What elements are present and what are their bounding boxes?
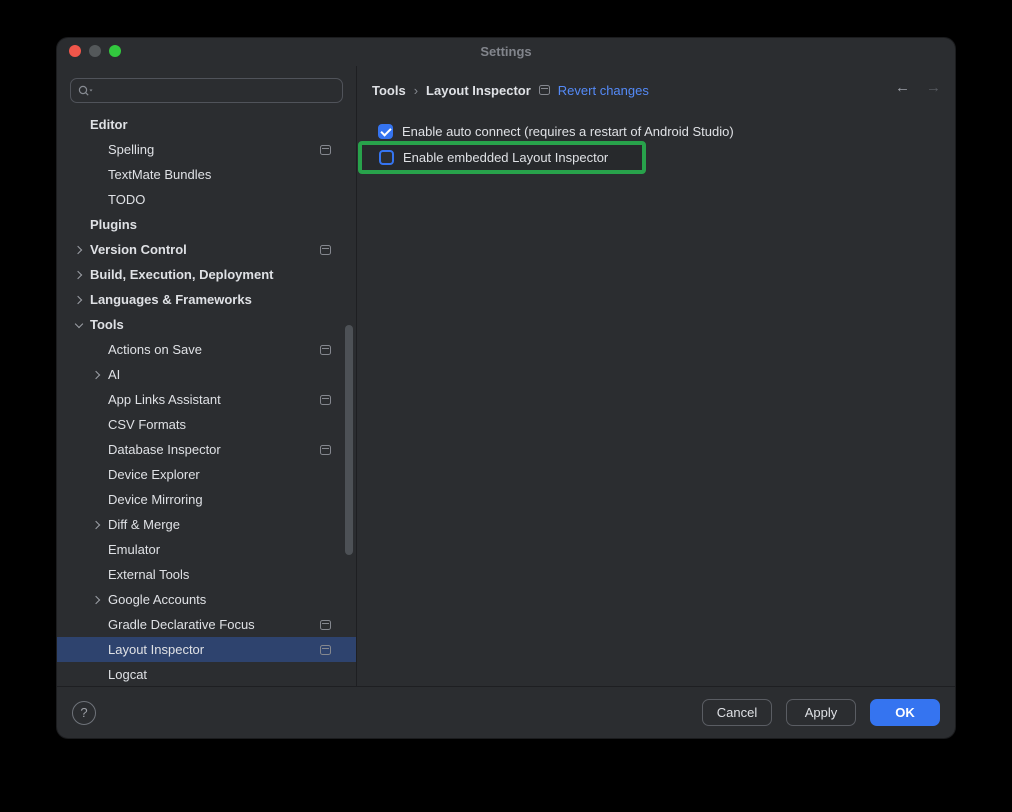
ok-button[interactable]: OK (870, 699, 940, 726)
search-dropdown-arrow-icon (90, 89, 93, 91)
sidebar-item-device-mirroring[interactable]: Device Mirroring (57, 487, 356, 512)
title-bar: Settings (57, 38, 955, 66)
chevron-right-icon[interactable] (92, 520, 100, 528)
search-icon (78, 85, 94, 97)
sidebar-item-device-explorer[interactable]: Device Explorer (57, 462, 356, 487)
chevron-down-icon[interactable] (75, 319, 83, 327)
sidebar-item-editor[interactable]: Editor (57, 112, 356, 137)
breadcrumb: Tools › Layout Inspector Revert changes (372, 80, 649, 100)
chevron-right-icon[interactable] (92, 595, 100, 603)
sidebar-item-logcat[interactable]: Logcat (57, 662, 356, 686)
settings-search-box[interactable] (70, 78, 343, 103)
per-project-settings-icon (320, 345, 331, 355)
settings-window: Settings Editor Spelling TextMate Bundle… (57, 38, 955, 738)
back-arrow-icon[interactable]: ← (895, 78, 910, 98)
breadcrumb-separator-icon: › (414, 83, 418, 98)
chevron-right-icon[interactable] (74, 295, 82, 303)
auto-connect-checkbox[interactable] (378, 124, 393, 139)
help-icon: ? (80, 705, 87, 720)
sidebar-item-database-inspector[interactable]: Database Inspector (57, 437, 356, 462)
chevron-right-icon[interactable] (92, 370, 100, 378)
settings-sidebar: Editor Spelling TextMate Bundles TODO Pl… (57, 66, 356, 686)
window-title: Settings (57, 44, 955, 59)
help-button[interactable]: ? (72, 701, 96, 725)
per-project-settings-icon (320, 645, 331, 655)
search-input[interactable] (97, 83, 335, 98)
revert-changes-link[interactable]: Revert changes (558, 83, 649, 98)
per-project-settings-icon (320, 145, 331, 155)
per-project-settings-icon (320, 445, 331, 455)
settings-tree: Editor Spelling TextMate Bundles TODO Pl… (57, 112, 356, 686)
history-navigation: ← → (895, 78, 941, 98)
per-project-settings-icon (539, 85, 550, 95)
sidebar-item-textmate-bundles[interactable]: TextMate Bundles (57, 162, 356, 187)
auto-connect-label: Enable auto connect (requires a restart … (402, 124, 734, 139)
dialog-footer: ? Cancel Apply OK (57, 686, 955, 738)
sidebar-item-emulator[interactable]: Emulator (57, 537, 356, 562)
sidebar-item-languages-frameworks[interactable]: Languages & Frameworks (57, 287, 356, 312)
sidebar-item-plugins[interactable]: Plugins (57, 212, 356, 237)
sidebar-item-app-links-assistant[interactable]: App Links Assistant (57, 387, 356, 412)
sidebar-item-version-control[interactable]: Version Control (57, 237, 356, 262)
sidebar-item-actions-on-save[interactable]: Actions on Save (57, 337, 356, 362)
sidebar-item-gradle-declarative-focus[interactable]: Gradle Declarative Focus (57, 612, 356, 637)
chevron-right-icon[interactable] (74, 270, 82, 278)
per-project-settings-icon (320, 395, 331, 405)
chevron-right-icon[interactable] (74, 245, 82, 253)
sidebar-item-ai[interactable]: AI (57, 362, 356, 387)
forward-arrow-icon: → (926, 78, 941, 98)
layout-inspector-settings-panel: Tools › Layout Inspector Revert changes … (357, 66, 955, 686)
cancel-button[interactable]: Cancel (702, 699, 772, 726)
sidebar-scrollbar-thumb[interactable] (345, 325, 353, 555)
apply-button[interactable]: Apply (786, 699, 856, 726)
per-project-settings-icon (320, 245, 331, 255)
sidebar-item-diff-merge[interactable]: Diff & Merge (57, 512, 356, 537)
sidebar-item-google-accounts[interactable]: Google Accounts (57, 587, 356, 612)
breadcrumb-tools[interactable]: Tools (372, 83, 406, 98)
sidebar-item-todo[interactable]: TODO (57, 187, 356, 212)
embedded-layout-inspector-label: Enable embedded Layout Inspector (403, 150, 608, 165)
highlight-green-box: Enable embedded Layout Inspector (358, 141, 646, 174)
sidebar-item-layout-inspector[interactable]: Layout Inspector (57, 637, 356, 662)
embedded-layout-inspector-checkbox[interactable] (379, 150, 394, 165)
sidebar-item-spelling[interactable]: Spelling (57, 137, 356, 162)
sidebar-item-build-execution-deployment[interactable]: Build, Execution, Deployment (57, 262, 356, 287)
sidebar-item-external-tools[interactable]: External Tools (57, 562, 356, 587)
breadcrumb-layout-inspector: Layout Inspector (426, 83, 531, 98)
sidebar-item-csv-formats[interactable]: CSV Formats (57, 412, 356, 437)
enable-auto-connect-option: Enable auto connect (requires a restart … (378, 124, 734, 139)
sidebar-item-tools[interactable]: Tools (57, 312, 356, 337)
per-project-settings-icon (320, 620, 331, 630)
